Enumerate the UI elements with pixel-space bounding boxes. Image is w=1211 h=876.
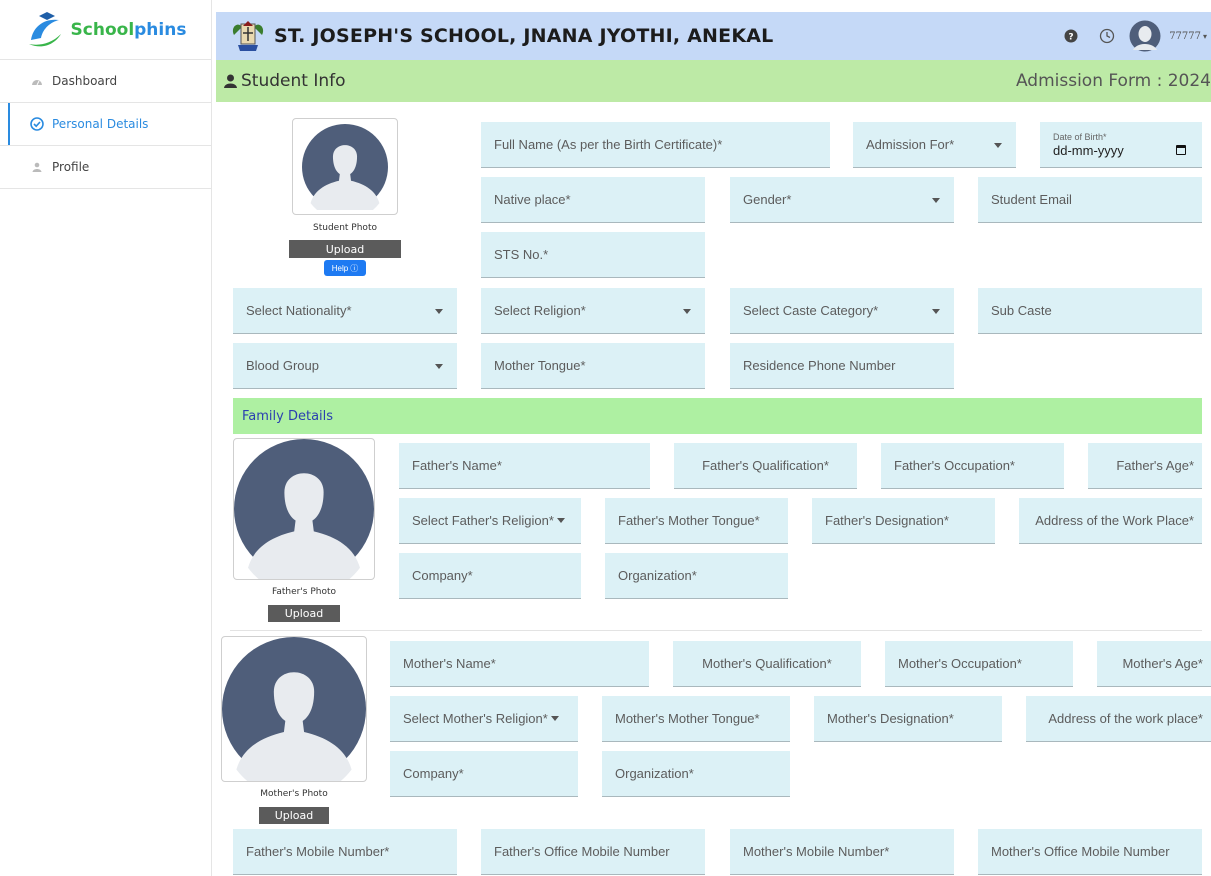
brand-name-part1: School	[70, 19, 135, 40]
avatar-icon[interactable]	[1125, 12, 1165, 60]
mother-photo-upload-button[interactable]: Upload	[259, 807, 329, 824]
father-age-field[interactable]: Father's Age*	[1088, 443, 1202, 489]
brand-logo[interactable]: Schoolphins	[0, 0, 211, 60]
caste-category-select[interactable]: Select Caste Category*	[730, 288, 954, 334]
mother-photo-label: Mother's Photo	[260, 789, 328, 799]
page-title-text: Student Info	[241, 71, 346, 91]
mother-tongue-field[interactable]: Mother Tongue*	[481, 343, 705, 389]
date-of-birth-field[interactable]: Date of Birth* dd-mm-yyyy	[1040, 122, 1202, 168]
nationality-select[interactable]: Select Nationality*	[233, 288, 457, 334]
father-mobile-field[interactable]: Father's Mobile Number*	[233, 829, 457, 875]
father-name-field[interactable]: Father's Name*	[399, 443, 650, 489]
mother-avatar-icon	[222, 637, 366, 781]
page-title: Student Info	[224, 71, 346, 91]
svg-text:?: ?	[1069, 33, 1074, 43]
sidebar-item-label: Personal Details	[52, 117, 149, 131]
father-organization-field[interactable]: Organization*	[605, 553, 788, 599]
sidebar-item-label: Profile	[52, 160, 90, 174]
header-actions: ? 77777 ▾	[1053, 12, 1211, 60]
school-crest-icon	[228, 17, 268, 55]
father-work-address-field[interactable]: Address of the Work Place*	[1019, 498, 1202, 544]
mother-age-field[interactable]: Mother's Age*	[1097, 641, 1211, 687]
date-of-birth-value: dd-mm-yyyy	[1053, 142, 1124, 158]
father-photo	[233, 438, 375, 580]
father-office-mobile-field[interactable]: Father's Office Mobile Number	[481, 829, 705, 875]
sidebar-item-profile[interactable]: Profile	[0, 146, 211, 189]
blood-group-select[interactable]: Blood Group	[233, 343, 457, 389]
app-root: Schoolphins Dashboard Personal Details P…	[0, 0, 1211, 876]
full-name-field[interactable]: Full Name (As per the Birth Certificate)…	[481, 122, 830, 168]
student-photo-label: Student Photo	[313, 223, 377, 233]
religion-select[interactable]: Select Religion*	[481, 288, 705, 334]
admission-for-select[interactable]: Admission For*	[853, 122, 1016, 168]
mother-mobile-field[interactable]: Mother's Mobile Number*	[730, 829, 954, 875]
mother-photo	[221, 636, 367, 782]
mother-name-field[interactable]: Mother's Name*	[390, 641, 649, 687]
mother-occupation-field[interactable]: Mother's Occupation*	[885, 641, 1073, 687]
date-of-birth-label: Date of Birth*	[1053, 131, 1107, 142]
mother-designation-field[interactable]: Mother's Designation*	[814, 696, 1002, 742]
chevron-down-icon[interactable]: ▾	[1203, 32, 1211, 41]
sidebar-item-personal-details[interactable]: Personal Details	[0, 103, 211, 146]
help-button-label: Help	[331, 263, 349, 273]
help-icon[interactable]: ?	[1053, 12, 1089, 60]
dashboard-icon	[30, 74, 44, 88]
father-occupation-field[interactable]: Father's Occupation*	[881, 443, 1064, 489]
father-company-field[interactable]: Company*	[399, 553, 581, 599]
mother-work-address-field[interactable]: Address of the work place*	[1026, 696, 1211, 742]
mother-office-mobile-field[interactable]: Mother's Office Mobile Number	[978, 829, 1202, 875]
clock-icon[interactable]	[1089, 12, 1125, 60]
calendar-icon[interactable]	[1176, 145, 1186, 155]
father-qualification-field[interactable]: Father's Qualification*	[674, 443, 857, 489]
user-icon	[30, 160, 44, 174]
form-title: Admission Form : 2024	[1015, 71, 1211, 91]
native-place-field[interactable]: Native place*	[481, 177, 705, 223]
father-designation-field[interactable]: Father's Designation*	[812, 498, 995, 544]
family-details-header: Family Details	[233, 398, 1202, 434]
student-photo-upload-button[interactable]: Upload	[289, 240, 401, 258]
father-avatar-icon	[234, 439, 374, 579]
gender-select[interactable]: Gender*	[730, 177, 954, 223]
student-email-field[interactable]: Student Email	[978, 177, 1202, 223]
student-avatar-icon	[302, 123, 388, 210]
father-photo-upload-button[interactable]: Upload	[268, 605, 340, 622]
father-photo-label: Father's Photo	[271, 587, 337, 597]
sidebar-item-label: Dashboard	[52, 74, 118, 88]
student-photo	[292, 118, 398, 215]
top-header: ST. JOSEPH'S SCHOOL, JNANA JYOTHI, ANEKA…	[216, 12, 1211, 60]
mother-mother-tongue-field[interactable]: Mother's Mother Tongue*	[602, 696, 790, 742]
mother-religion-select[interactable]: Select Mother's Religion*	[390, 696, 578, 742]
sts-no-field[interactable]: STS No.*	[481, 232, 705, 278]
dolphin-logo-icon	[28, 11, 61, 46]
mother-company-field[interactable]: Company*	[390, 751, 578, 797]
section-divider	[230, 630, 1202, 631]
father-religion-select[interactable]: Select Father's Religion*	[399, 498, 581, 544]
mother-qualification-field[interactable]: Mother's Qualification*	[673, 641, 861, 687]
sidebar-item-dashboard[interactable]: Dashboard	[0, 60, 211, 103]
mother-organization-field[interactable]: Organization*	[602, 751, 790, 797]
brand-name: Schoolphins	[71, 20, 187, 40]
page-title-bar: Student Info Admission Form : 2024	[216, 60, 1211, 102]
help-circle-icon: ⓘ	[350, 263, 359, 273]
check-circle-icon	[30, 117, 44, 131]
user-id[interactable]: 77777	[1169, 31, 1201, 42]
residence-phone-field[interactable]: Residence Phone Number	[730, 343, 954, 389]
help-button[interactable]: Help ⓘ	[324, 260, 366, 276]
sub-caste-field[interactable]: Sub Caste	[978, 288, 1202, 334]
brand-name-part2: phins	[134, 19, 187, 40]
father-mother-tongue-field[interactable]: Father's Mother Tongue*	[605, 498, 788, 544]
user-icon	[224, 74, 237, 88]
sidebar: Schoolphins Dashboard Personal Details P…	[0, 0, 212, 876]
school-name: ST. JOSEPH'S SCHOOL, JNANA JYOTHI, ANEKA…	[274, 25, 774, 47]
